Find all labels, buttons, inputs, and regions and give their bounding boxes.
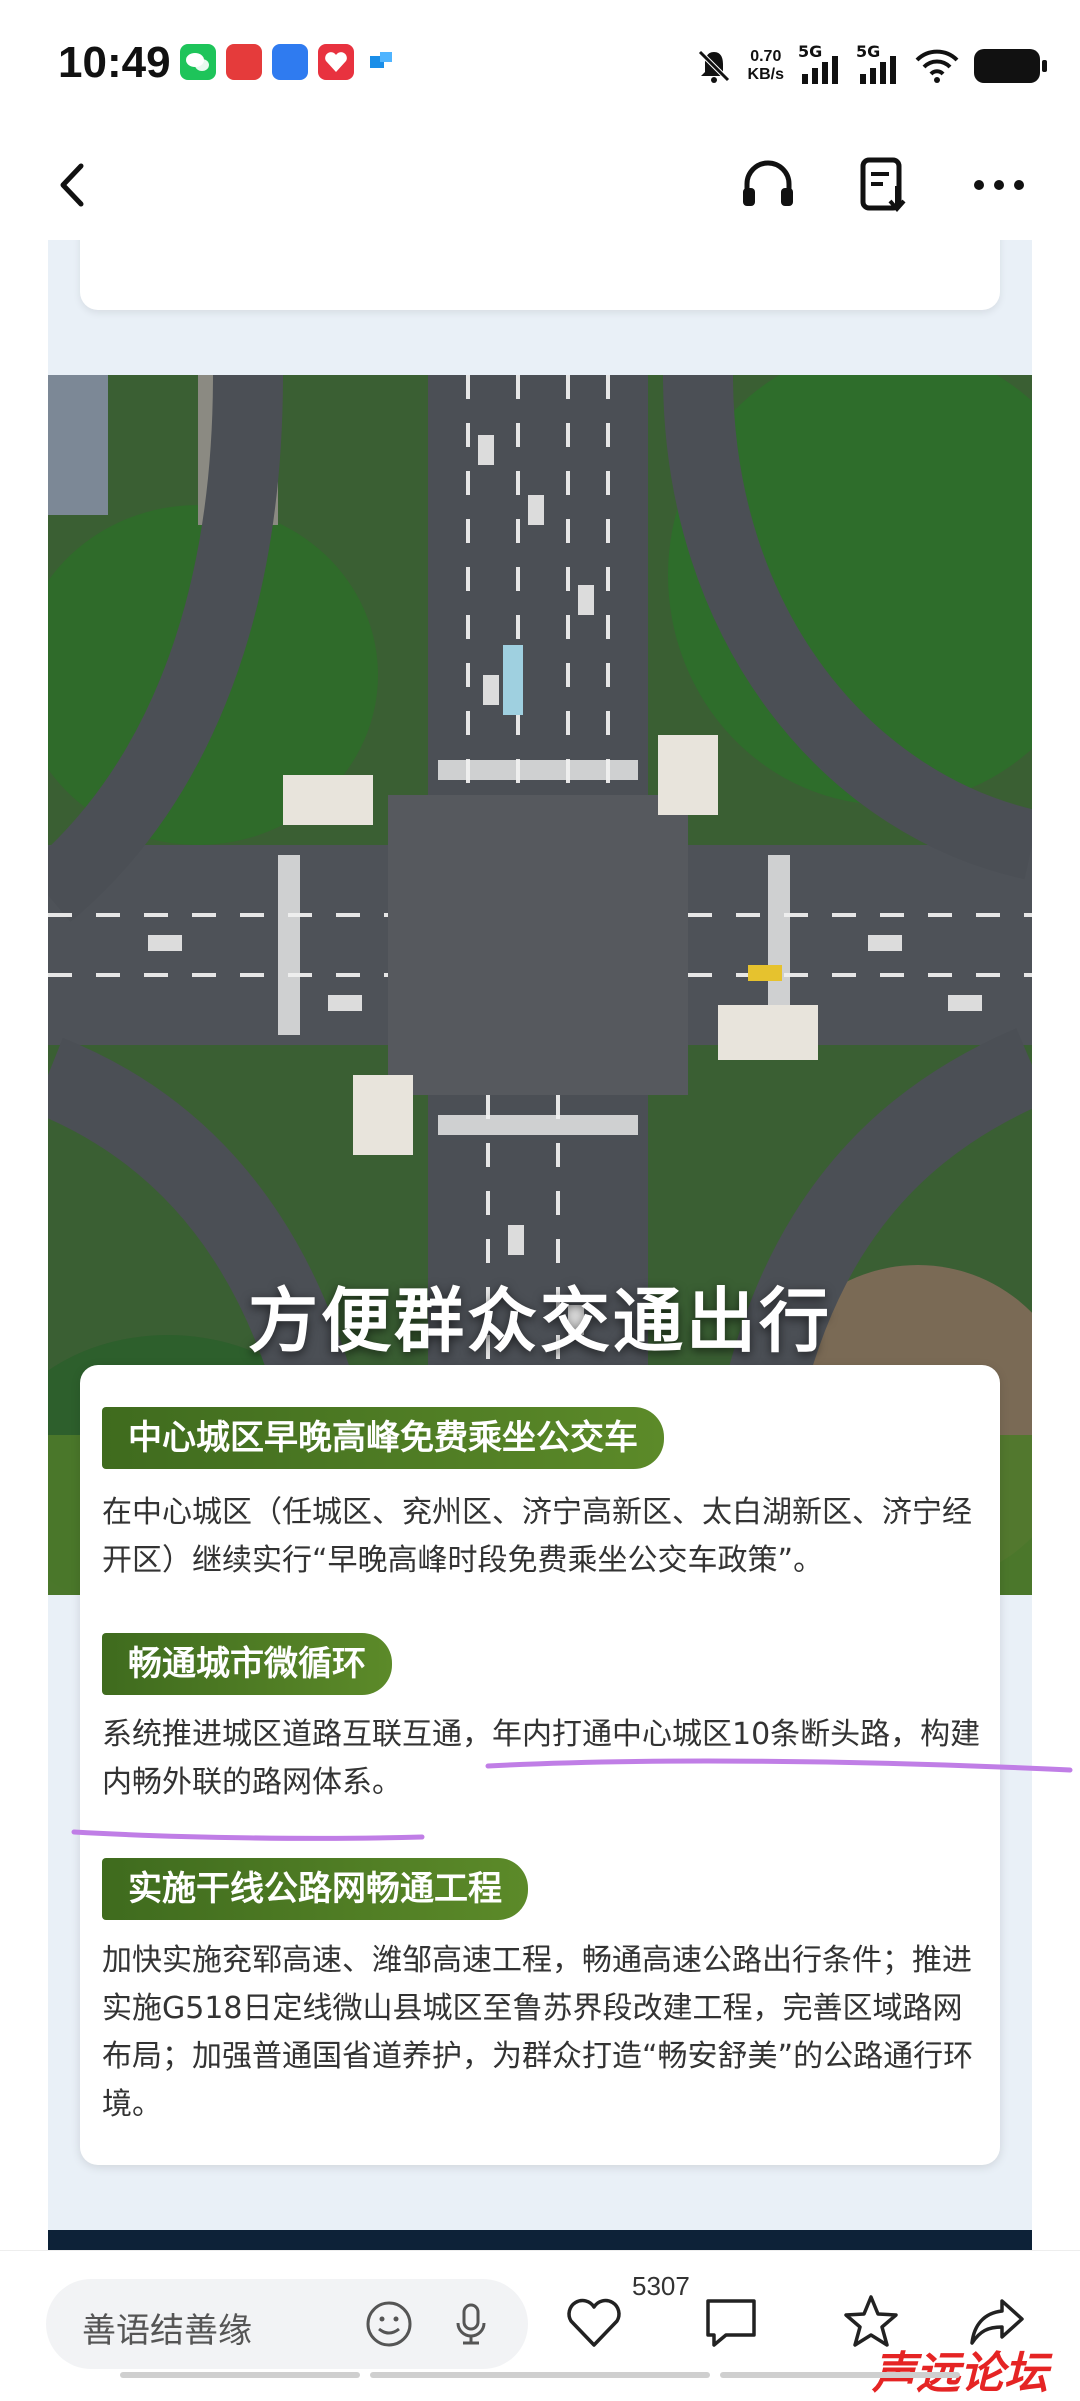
gesture-bar <box>720 2372 960 2378</box>
status-icons: 0.70 KB/s 5G 5G <box>694 36 1047 96</box>
emoji-icon[interactable] <box>364 2299 414 2349</box>
signal-5g-2: 5G <box>856 42 900 86</box>
more-icon[interactable] <box>964 150 1034 220</box>
comment-input[interactable]: 善语结善缘 <box>46 2279 528 2369</box>
poster-headline: 方便群众交通出行 <box>248 1280 832 1362</box>
section-text-3: 加快实施兖郓高速、潍邹高速工程，畅通高速公路出行条件；推进实施G518日定线微山… <box>102 1943 974 2122</box>
wechat-icon <box>180 44 216 80</box>
section-title-3: 实施干线公路网畅通工程 <box>102 1858 528 1920</box>
like-icon[interactable] <box>563 2291 625 2353</box>
battery-icon <box>974 49 1047 83</box>
top-nav <box>0 130 1080 240</box>
section-title-2: 畅通城市微循环 <box>102 1633 392 1695</box>
status-bar: 10:49 0.70 KB/s 5G 5G <box>0 0 1080 130</box>
info-card: 中心城区早晚高峰免费乘坐公交车 在中心城区（任城区、兖州区、济宁高新区、太白湖新… <box>80 1365 1000 2165</box>
comment-icon[interactable] <box>700 2291 762 2353</box>
poster-image: 方便群众交通出行 中心城区早晚高峰免费乘坐公交车 在中心城区（任城区、兖州区、济… <box>48 240 1032 2250</box>
comment-placeholder: 善语结善缘 <box>82 2311 252 2351</box>
signal-label: 5G <box>798 42 823 61</box>
wifi-icon <box>915 49 959 83</box>
app-icon-flag <box>364 44 400 80</box>
net-speed-unit: KB/s <box>747 66 784 83</box>
signal-5g-1: 5G <box>798 42 842 86</box>
app-icon-heart <box>318 44 354 80</box>
like-count: 5307 <box>632 2271 690 2301</box>
next-image-strip <box>48 2230 1032 2250</box>
back-icon[interactable] <box>38 150 108 220</box>
status-time: 10:49 <box>58 38 171 87</box>
section-text-1: 在中心城区（任城区、兖州区、济宁高新区、太白湖新区、济宁经开区）继续实行“早晚高… <box>102 1495 972 1578</box>
net-speed-value: 0.70 <box>750 48 782 65</box>
microphone-icon[interactable] <box>446 2299 496 2349</box>
section-text-2: 系统推进城区道路互联互通，年内打通中心城区10条断头路，构建内畅外联的路网体系。 <box>102 1717 981 1800</box>
net-speed: 0.70 KB/s <box>748 48 784 84</box>
gesture-bar <box>370 2372 710 2378</box>
forum-watermark: 声远论坛 <box>872 2348 1048 2399</box>
app-icon-red <box>226 44 262 80</box>
gesture-bar <box>120 2372 360 2378</box>
bottom-action-bar: 善语结善缘 5307 声远论坛 <box>0 2250 1080 2399</box>
article-content[interactable]: 方便群众交通出行 中心城区早晚高峰免费乘坐公交车 在中心城区（任城区、兖州区、济… <box>0 240 1080 2250</box>
mute-icon <box>697 50 730 83</box>
headphones-icon[interactable] <box>733 150 803 220</box>
signal-label: 5G <box>856 42 881 61</box>
app-icon-blue <box>272 44 308 80</box>
previous-card <box>80 240 1000 310</box>
section-title-1: 中心城区早晚高峰免费乘坐公交车 <box>102 1407 664 1469</box>
note-download-icon[interactable] <box>849 150 919 220</box>
